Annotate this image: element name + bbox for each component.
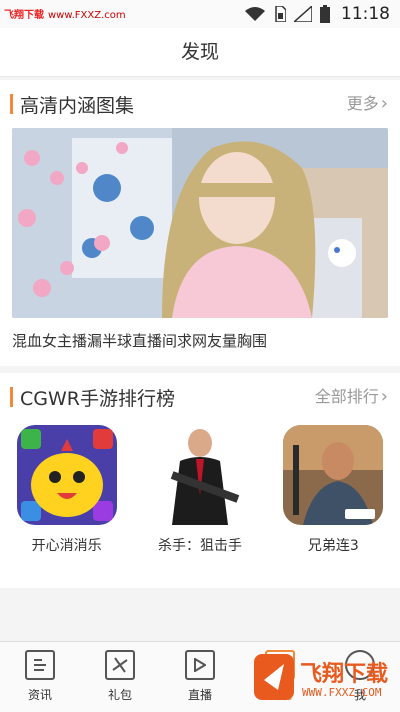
game-icon-hitman-sniper xyxy=(149,425,250,525)
news-icon xyxy=(25,650,55,680)
watermark-brand-text: 飞翔下载 xyxy=(300,662,389,687)
tab-gifts[interactable]: 礼包 xyxy=(80,642,160,712)
section-accent-bar xyxy=(10,94,13,114)
game-item[interactable]: 杀手：狙击手 xyxy=(145,425,255,555)
game-item[interactable]: 开心消消乐 xyxy=(12,425,122,555)
game-icon-happy-match xyxy=(16,425,117,525)
bottom-watermark: 飞翔下载 WWW.FXXZ.COM xyxy=(254,650,394,706)
game-name: 兄弟连3 xyxy=(307,538,359,554)
game-name: 开心消消乐 xyxy=(31,538,102,554)
ranking-title: CGWR手游排行榜 xyxy=(20,387,175,410)
tab-label: 直播 xyxy=(187,688,212,702)
battery-icon xyxy=(320,5,330,23)
gallery-banner-image[interactable] xyxy=(12,128,388,318)
status-bar: 飞翔下载 www.FXXZ.com 11:18 xyxy=(0,0,400,28)
watermark-brand: 飞翔下载 xyxy=(4,10,44,21)
status-icons xyxy=(244,5,330,23)
play-icon xyxy=(185,650,215,680)
signal-icon xyxy=(294,6,312,22)
chevron-right-icon: › xyxy=(380,93,388,114)
chevron-right-icon: › xyxy=(380,386,388,407)
ranking-section: CGWR手游排行榜 全部排行 › 开心消消乐 杀手：狙击手 兄弟连3 xyxy=(0,373,400,588)
banner-illustration xyxy=(12,128,388,318)
ranking-header: CGWR手游排行榜 xyxy=(10,385,175,410)
game-icon-brothers-in-arms xyxy=(283,425,384,525)
sim-icon xyxy=(275,6,286,22)
watermark-url-text: WWW.FXXZ.COM xyxy=(302,686,382,699)
gift-icon xyxy=(105,650,135,680)
wifi-icon xyxy=(245,7,265,21)
game-name: 杀手：狙击手 xyxy=(157,538,242,554)
section-accent-bar xyxy=(10,387,13,407)
game-list: 开心消消乐 杀手：狙击手 兄弟连3 xyxy=(0,425,400,555)
clock: 11:18 xyxy=(341,4,390,24)
tab-label: 礼包 xyxy=(107,688,132,702)
ranking-more-link[interactable]: 全部排行 › xyxy=(315,385,388,409)
gallery-section: 高清内涵图集 更多 › 混血女主播漏半球直播间求网友量胸围 xyxy=(0,80,400,366)
gallery-more-link[interactable]: 更多 › xyxy=(347,92,388,116)
top-watermark: 飞翔下载 www.FXXZ.com xyxy=(4,6,126,21)
gallery-more-label: 更多 xyxy=(346,94,379,113)
page-title: 发现 xyxy=(0,28,400,77)
tab-news[interactable]: 资讯 xyxy=(0,642,80,712)
gallery-header: 高清内涵图集 xyxy=(10,92,135,117)
tab-live[interactable]: 直播 xyxy=(160,642,240,712)
gallery-caption[interactable]: 混血女主播漏半球直播间求网友量胸围 xyxy=(12,330,267,351)
gallery-title: 高清内涵图集 xyxy=(20,94,135,117)
ranking-more-label: 全部排行 xyxy=(314,387,379,406)
watermark-url: www.FXXZ.com xyxy=(48,10,126,21)
tab-label: 资讯 xyxy=(27,688,52,702)
game-item[interactable]: 兄弟连3 xyxy=(278,425,388,555)
